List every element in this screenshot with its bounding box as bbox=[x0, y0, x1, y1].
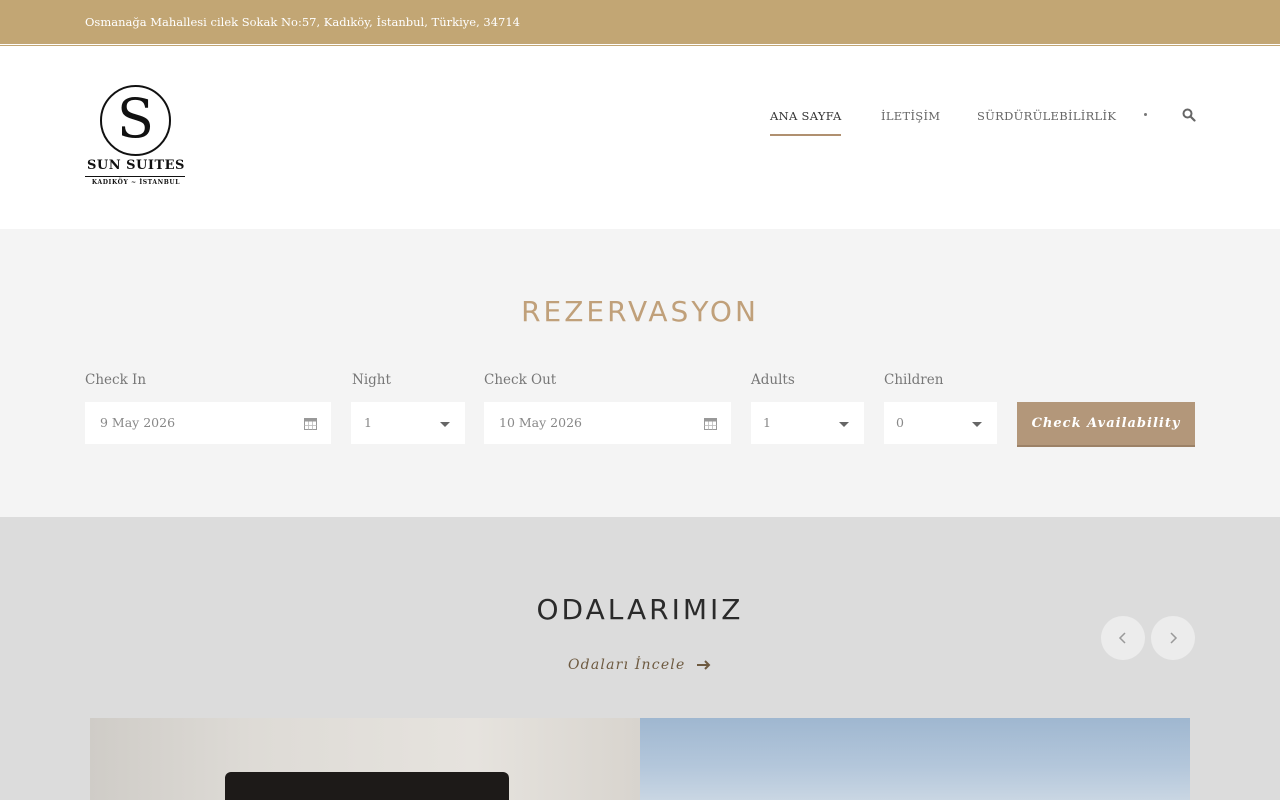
check-in-field[interactable]: 9 May 2026 bbox=[85, 402, 331, 444]
calendar-icon bbox=[704, 418, 717, 430]
room-photo-1[interactable] bbox=[90, 718, 640, 800]
children-value: 0 bbox=[896, 415, 904, 430]
logo-rule bbox=[85, 176, 185, 177]
logo-subtitle: KADIKÖY ~ İSTANBUL bbox=[91, 179, 181, 186]
nav-item-iletisim[interactable]: İLETİŞİM bbox=[881, 109, 940, 123]
nav-item-ana-sayfa[interactable]: ANA SAYFA bbox=[770, 109, 842, 123]
adults-value: 1 bbox=[763, 415, 771, 430]
check-in-label: Check In bbox=[85, 372, 147, 388]
logo-name: SUN SUITES bbox=[87, 158, 185, 173]
room-photo-2[interactable] bbox=[640, 718, 1190, 800]
booking-title: REZERVASYON bbox=[521, 295, 759, 328]
slider-next-button[interactable] bbox=[1151, 616, 1195, 660]
arrow-right-icon[interactable] bbox=[697, 658, 711, 672]
check-in-value: 9 May 2026 bbox=[100, 415, 176, 430]
view-rooms-link[interactable]: Odaları İncele bbox=[568, 657, 685, 673]
slider-prev-button[interactable] bbox=[1101, 616, 1145, 660]
calendar-icon bbox=[304, 418, 317, 430]
topbar-divider bbox=[0, 45, 1280, 46]
chevron-down-icon bbox=[440, 422, 450, 427]
rooms-title: ODALARIMIZ bbox=[536, 593, 744, 626]
search-icon[interactable] bbox=[1182, 108, 1196, 122]
logo[interactable]: S SUN SUITES KADIKÖY ~ İSTANBUL bbox=[85, 85, 187, 191]
check-availability-button[interactable]: Check Availability bbox=[1017, 402, 1195, 447]
rooms-section: ODALARIMIZ Odaları İncele bbox=[0, 517, 1280, 800]
nav-item-surdurulebilirlik[interactable]: SÜRDÜRÜLEBİLİRLİK bbox=[977, 109, 1116, 123]
night-label: Night bbox=[352, 372, 391, 388]
children-select[interactable]: 0 bbox=[884, 402, 997, 444]
adults-select[interactable]: 1 bbox=[751, 402, 864, 444]
chevron-right-icon bbox=[1170, 632, 1178, 644]
night-select[interactable]: 1 bbox=[351, 402, 465, 444]
booking-section: REZERVASYON Check In 9 May 2026 Night 1 … bbox=[0, 229, 1280, 517]
address-text: Osmanağa Mahallesi cilek Sokak No:57, Ka… bbox=[85, 15, 520, 29]
nav-active-underline bbox=[770, 134, 841, 136]
topbar: Osmanağa Mahallesi cilek Sokak No:57, Ka… bbox=[0, 0, 1280, 44]
chevron-down-icon bbox=[839, 422, 849, 427]
chevron-left-icon bbox=[1118, 632, 1126, 644]
adults-label: Adults bbox=[751, 372, 795, 388]
chevron-down-icon bbox=[972, 422, 982, 427]
room-photo-headboard bbox=[225, 772, 509, 800]
site-header: S SUN SUITES KADIKÖY ~ İSTANBUL ANA SAYF… bbox=[0, 47, 1280, 229]
children-label: Children bbox=[884, 372, 944, 388]
check-out-field[interactable]: 10 May 2026 bbox=[484, 402, 731, 444]
night-value: 1 bbox=[364, 415, 372, 430]
check-out-value: 10 May 2026 bbox=[499, 415, 582, 430]
logo-letter: S bbox=[117, 87, 154, 150]
check-out-label: Check Out bbox=[484, 372, 557, 388]
nav-dot bbox=[1144, 113, 1147, 116]
